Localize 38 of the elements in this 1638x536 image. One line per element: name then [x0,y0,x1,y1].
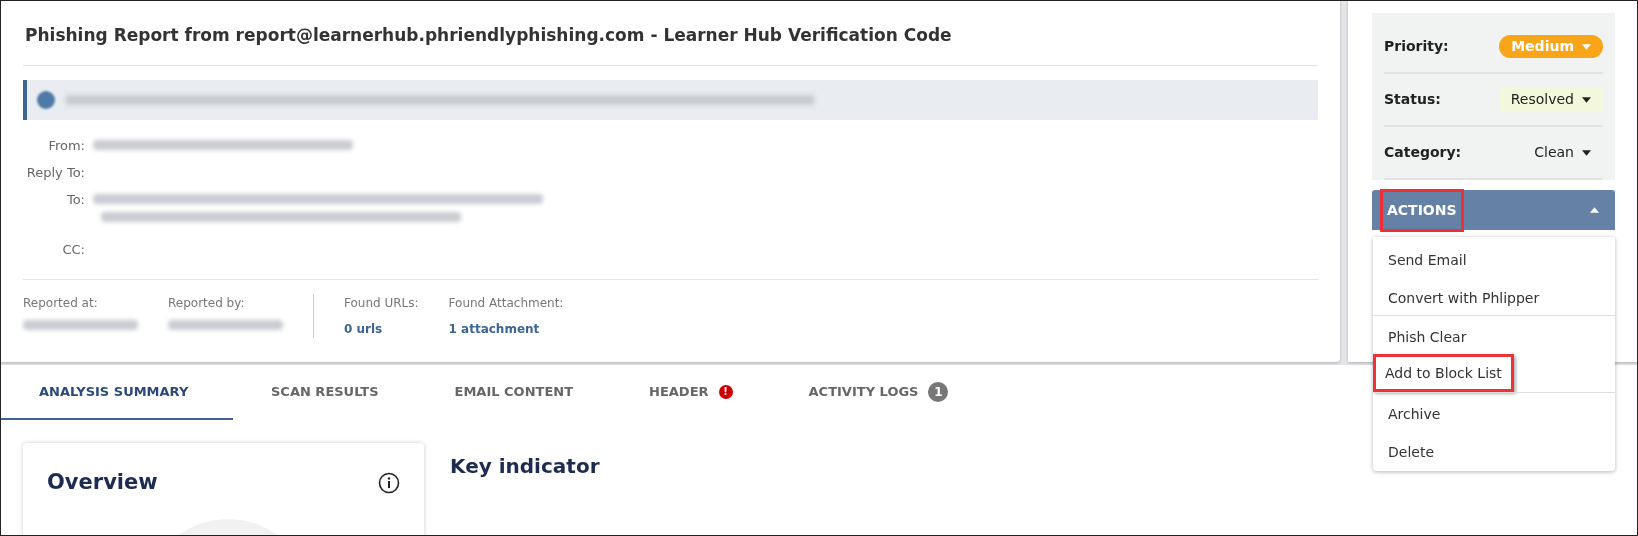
property-dropdown[interactable]: Resolved [1498,88,1603,111]
meta-label: Found Attachment: [448,294,564,312]
menu-item[interactable]: Archive [1373,393,1615,431]
property-label: Priority: [1384,37,1449,56]
menu-item[interactable]: Phish Clear [1373,316,1615,354]
tab[interactable]: ANALYSIS SUMMARY [1,365,233,420]
card-title: Overview [47,469,158,496]
meta-label: Reported by: [168,294,246,312]
property-label: Status: [1384,90,1441,109]
tab[interactable]: ACTIVITY LOGS 1 [770,365,987,420]
meta-label: Found URLs: [344,294,419,312]
alert-badge: ! [718,384,733,399]
menu-item[interactable]: Send Email [1373,239,1615,277]
meta-label: Reported at: [23,294,99,312]
caret-icon [1582,96,1591,103]
field-label: From: [47,136,86,155]
actions-dropdown[interactable]: ACTIONS [1372,190,1615,230]
property-label: Category: [1384,143,1462,162]
info-icon[interactable] [378,471,400,494]
caret-icon [1582,43,1591,50]
field-label: CC: [61,240,86,259]
menu-item[interactable]: Convert with Phlipper [1373,277,1615,315]
section-title: Key indicator [450,453,600,480]
caret-icon [1582,149,1591,156]
meta-link[interactable]: 1 attachment [448,319,564,338]
caret-icon [1590,207,1599,213]
count-badge: 1 [928,381,949,402]
tab[interactable]: HEADER ! [611,365,771,420]
tab[interactable]: EMAIL CONTENT [416,365,612,420]
menu-item[interactable]: Add to Block List [1373,354,1514,392]
menu-item[interactable]: Delete [1373,431,1615,469]
field-label: Reply To: [25,163,86,182]
tab[interactable]: SCAN RESULTS [233,365,417,420]
meta-link[interactable]: 0 urls [344,319,419,338]
field-label: To: [65,190,86,209]
info-icon [37,90,55,109]
property-dropdown[interactable]: Clean [1522,141,1603,164]
report-title: Phishing Report from report@learnerhub.phriendlyphishing.com - Learner Hub Verification Code [23,21,1318,66]
